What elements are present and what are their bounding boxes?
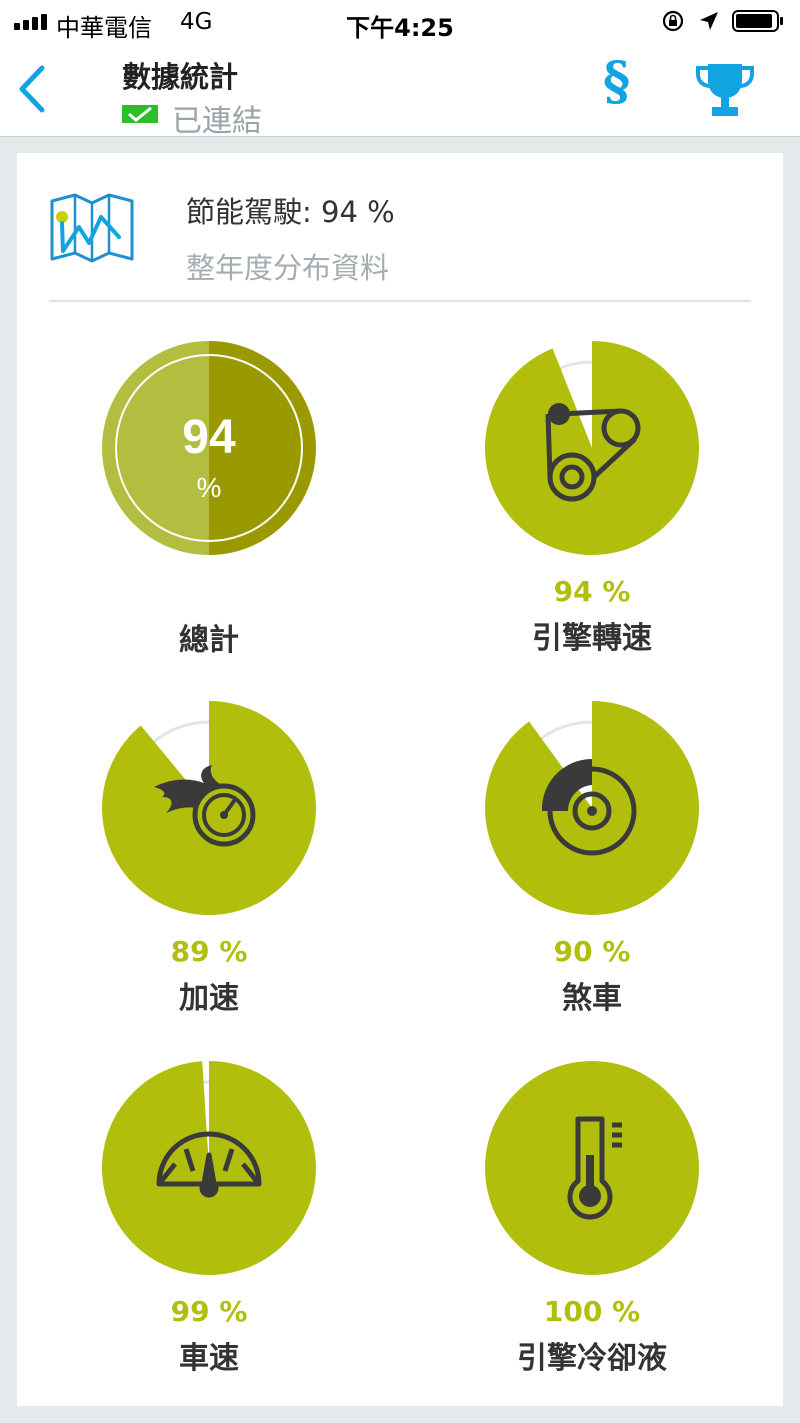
- gauge-rpm[interactable]: 94 % 引擎轉速: [442, 341, 742, 681]
- gauge-speed-percent: 99 %: [170, 1295, 248, 1328]
- back-button[interactable]: [14, 64, 50, 114]
- gauge-accel-label: 加速: [179, 981, 239, 1016]
- gauge-coolant-chart: [484, 1061, 699, 1275]
- gauge-rpm-fill: [484, 341, 699, 555]
- orientation-lock-icon: [662, 10, 684, 32]
- battery-icon: [732, 10, 783, 32]
- divider: [49, 300, 751, 302]
- gauge-accel-chart: [102, 701, 317, 915]
- gauge-coolant[interactable]: 100 % 引擎冷卻液: [442, 1061, 742, 1401]
- legal-section-button[interactable]: §: [603, 56, 630, 108]
- total-gauge-value: 94: [182, 411, 236, 464]
- total-gauge-unit: %: [197, 472, 222, 503]
- page-title: 數據統計: [122, 60, 239, 94]
- connection-status-text: 已連結: [172, 104, 262, 139]
- connected-check-icon: [122, 105, 158, 123]
- nav-bar: 數據統計 已連結 §: [0, 44, 800, 139]
- status-bar: 中華電信 4G 下午4:25: [0, 0, 800, 44]
- gauge-speed-chart: [101, 1061, 316, 1275]
- total-gauge[interactable]: 94 % 總計: [59, 341, 359, 681]
- gauge-coolant-percent: 100 %: [543, 1295, 641, 1328]
- gauge-rpm-chart: [484, 341, 699, 555]
- gauge-accel-percent: 89 %: [170, 935, 248, 968]
- summary-subtitle: 整年度分布資料: [186, 251, 390, 285]
- trophy-button[interactable]: [696, 60, 754, 118]
- gauge-rpm-label: 引擎轉速: [532, 621, 652, 656]
- gauge-rpm-percent: 94 %: [553, 575, 631, 608]
- statistics-card: 節能駕駛: 94 % 整年度分布資料 94 % 總計 94 % 引擎轉速 89 …: [17, 153, 783, 1406]
- gauge-speed[interactable]: 99 % 車速: [59, 1061, 359, 1401]
- gauge-brake-percent: 90 %: [553, 935, 631, 968]
- gauge-coolant-label: 引擎冷卻液: [517, 1341, 667, 1376]
- location-arrow-icon: [700, 12, 718, 30]
- map-icon: [50, 193, 134, 263]
- gauge-accel[interactable]: 89 % 加速: [59, 701, 359, 1041]
- gauge-speed-label: 車速: [179, 1341, 239, 1376]
- gauge-brake[interactable]: 90 % 煞車: [442, 701, 742, 1041]
- total-gauge-chart: 94 %: [102, 341, 316, 555]
- gauge-brake-chart: [485, 701, 700, 915]
- total-gauge-label: 總計: [179, 623, 239, 658]
- summary-title: 節能駕駛: 94 %: [186, 195, 395, 229]
- gauge-brake-label: 煞車: [562, 981, 622, 1016]
